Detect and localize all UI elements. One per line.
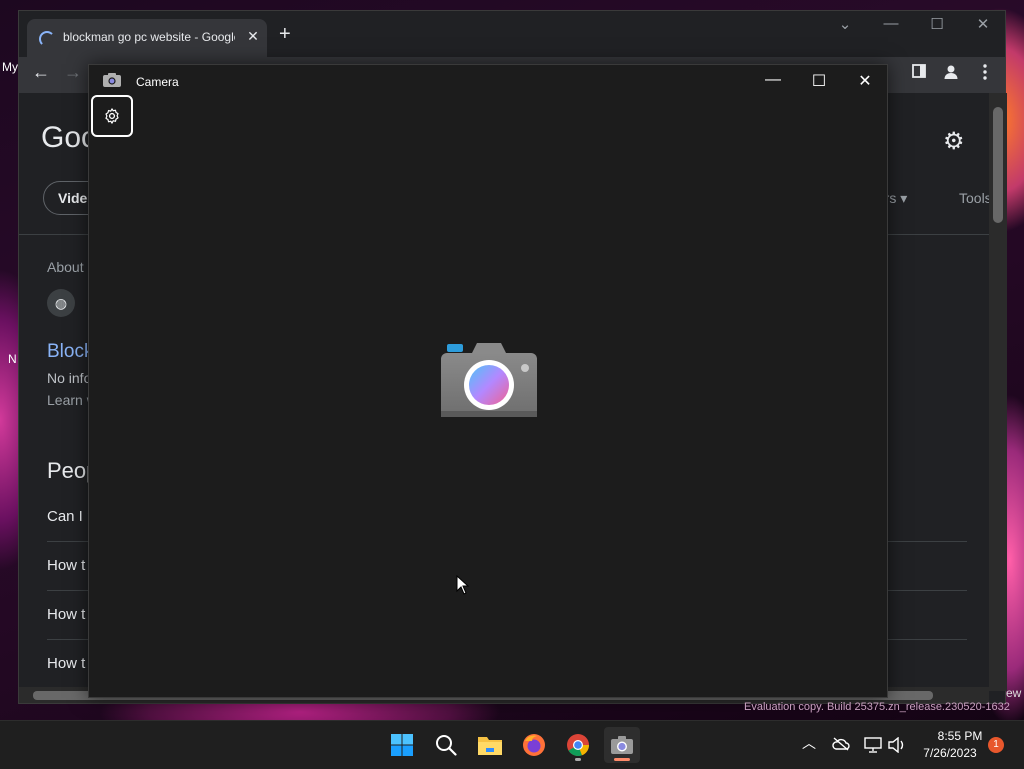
gear-icon	[105, 108, 119, 124]
volume-icon[interactable]	[888, 737, 906, 753]
chrome-maximize-button[interactable]: ☐	[921, 15, 953, 33]
globe-icon: ◍	[47, 289, 75, 317]
firefox-button[interactable]	[516, 727, 552, 763]
desktop-label: N	[8, 352, 17, 366]
clock-time[interactable]: 8:55 PM	[930, 729, 990, 743]
camera-icon	[611, 736, 633, 754]
desktop-label: My	[2, 60, 18, 74]
gear-icon[interactable]: ⚙	[943, 127, 965, 156]
question-item[interactable]: How t	[47, 557, 85, 574]
chrome-button[interactable]	[560, 727, 596, 763]
onedrive-offline-icon[interactable]	[832, 737, 850, 751]
folder-icon	[478, 737, 502, 755]
question-item[interactable]: How t	[47, 655, 85, 672]
side-panel-icon[interactable]	[909, 64, 929, 82]
browser-tab[interactable]: blockman go pc website - Google ✕	[27, 19, 267, 57]
result-title-link[interactable]: Block	[47, 341, 93, 363]
camera-titlebar[interactable]: Camera — ☐ ✕	[89, 65, 887, 97]
window-title: Camera	[136, 75, 179, 89]
camera-logo-icon	[441, 343, 537, 417]
active-indicator	[614, 758, 630, 761]
search-button[interactable]	[428, 727, 464, 763]
tray-overflow-chevron[interactable]: ︿	[802, 733, 816, 753]
chrome-tab-strip: blockman go pc website - Google ✕ + ⌄ — …	[19, 11, 1005, 57]
network-icon[interactable]	[864, 737, 882, 753]
result-snippet: No info	[47, 370, 92, 386]
camera-app-icon	[103, 73, 121, 87]
profile-icon[interactable]	[941, 64, 961, 84]
tools-button[interactable]: Tools	[959, 190, 989, 206]
clock-date[interactable]: 7/26/2023	[916, 746, 984, 760]
notification-badge[interactable]: 1	[988, 737, 1004, 753]
loading-spinner-icon	[39, 31, 55, 47]
tab-title: blockman go pc website - Google	[63, 30, 235, 44]
camera-minimize-button[interactable]: —	[750, 71, 796, 89]
evaluation-watermark: Evaluation copy. Build 25375.zn_release.…	[744, 701, 1010, 713]
camera-taskbar-button[interactable]	[604, 727, 640, 763]
scrollbar-thumb[interactable]	[993, 107, 1003, 223]
chrome-close-button[interactable]: ✕	[967, 15, 999, 33]
firefox-icon	[523, 734, 545, 756]
taskbar: ︿ 8:55 PM 7/26/2023 1	[0, 720, 1024, 769]
camera-settings-button[interactable]	[91, 95, 133, 137]
about-label: About	[47, 259, 84, 275]
search-icon	[436, 735, 457, 756]
windows-logo-icon	[391, 734, 413, 756]
running-indicator	[575, 758, 581, 761]
chrome-icon	[567, 734, 590, 757]
mouse-cursor-icon	[456, 575, 470, 595]
tab-close-icon[interactable]: ✕	[245, 28, 261, 45]
forward-button[interactable]: →	[61, 62, 85, 83]
camera-close-button[interactable]: ✕	[842, 71, 888, 91]
tab-search-button[interactable]: ⌄	[829, 15, 861, 33]
start-button[interactable]	[384, 727, 420, 763]
camera-maximize-button[interactable]: ☐	[796, 71, 842, 91]
new-tab-button[interactable]: +	[279, 24, 291, 44]
file-explorer-button[interactable]	[472, 727, 508, 763]
menu-kebab-icon[interactable]	[975, 64, 995, 84]
back-button[interactable]: ←	[29, 62, 53, 83]
desktop-label: ew	[1006, 686, 1022, 700]
chrome-minimize-button[interactable]: —	[875, 15, 907, 32]
camera-window: Camera — ☐ ✕	[88, 64, 888, 698]
question-item[interactable]: How t	[47, 606, 85, 623]
